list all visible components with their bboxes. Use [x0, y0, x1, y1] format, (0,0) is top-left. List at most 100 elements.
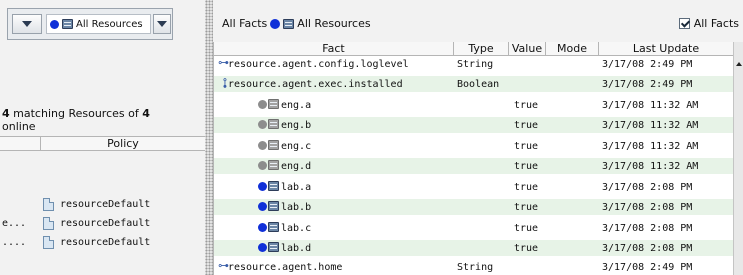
offline-server-icon	[258, 119, 279, 129]
fact-last-update: 3/17/08 2:49 PM	[602, 79, 693, 90]
offline-server-icon	[258, 99, 279, 109]
fact-name: resource.agent.config.loglevel	[228, 59, 409, 70]
column-header-mode[interactable]: Mode	[546, 42, 599, 55]
fact-value: true	[514, 243, 539, 254]
match-text: matching Resources of	[9, 107, 143, 120]
all-facts-toggle[interactable]: All Facts	[678, 17, 739, 30]
facts-title-resource: All Resources	[297, 17, 371, 30]
online-server-icon	[258, 201, 279, 211]
fact-name: eng.d	[281, 161, 312, 172]
online-status-icon	[270, 18, 281, 29]
match-total: 4	[142, 107, 150, 120]
all-facts-checkbox[interactable]	[678, 18, 690, 29]
pane-splitter[interactable]	[205, 0, 213, 275]
server-icon	[283, 18, 295, 29]
column-header-type[interactable]: Type	[454, 42, 509, 55]
online-server-icon	[258, 222, 279, 232]
policy-row[interactable]: e... resourceDefault	[0, 216, 205, 232]
vertical-scrollbar[interactable]	[733, 42, 743, 275]
fact-row[interactable]: ⊶ resource.agent.exec.installed Boolean …	[214, 76, 734, 92]
match-count: 4	[2, 107, 10, 120]
fact-row[interactable]: eng.a true 3/17/08 11:32 AM	[214, 97, 734, 113]
fact-last-update: 3/17/08 11:32 AM	[602, 141, 699, 152]
policy-name: resourceDefault	[60, 199, 151, 210]
fact-last-update: 3/17/08 2:08 PM	[602, 223, 693, 234]
fact-row[interactable]: eng.d true 3/17/08 11:32 AM	[214, 158, 734, 174]
policy-row-prefix: ....	[2, 237, 27, 248]
fact-name: lab.d	[281, 243, 312, 254]
fact-value: true	[514, 223, 539, 234]
fact-last-update: 3/17/08 2:08 PM	[602, 243, 693, 254]
offline-server-icon	[258, 140, 279, 150]
policy-row[interactable]: resourceDefault	[0, 197, 205, 213]
fact-name: lab.c	[281, 223, 312, 234]
fact-row[interactable]: lab.a true 3/17/08 2:08 PM	[214, 179, 734, 195]
scroll-up-arrow-icon[interactable]	[736, 62, 742, 66]
facts-table: Fact Type Value Mode Last Update ⊶ resou…	[213, 42, 734, 275]
offline-server-icon	[258, 160, 279, 170]
fact-name: eng.a	[281, 100, 312, 111]
policy-document-icon	[43, 236, 54, 249]
fact-last-update: 3/17/08 2:49 PM	[602, 59, 693, 70]
filter-menu-button[interactable]	[12, 14, 42, 34]
fact-type: Boolean	[457, 79, 500, 90]
fact-value: true	[514, 182, 539, 193]
fact-last-update: 3/17/08 2:08 PM	[602, 182, 693, 193]
column-header-fact[interactable]: Fact	[214, 42, 454, 55]
fact-last-update: 3/17/08 11:32 AM	[602, 100, 699, 111]
policy-row[interactable]: .... resourceDefault	[0, 235, 205, 251]
fact-row[interactable]: lab.b true 3/17/08 2:08 PM	[214, 199, 734, 215]
online-server-icon	[258, 242, 279, 252]
fact-value: true	[514, 161, 539, 172]
policy-document-icon	[43, 198, 54, 211]
resource-filter-bar: All Resources	[7, 8, 173, 40]
policy-document-icon	[43, 217, 54, 230]
fact-value: true	[514, 120, 539, 131]
policy-row-prefix: e...	[2, 218, 27, 229]
fact-name: eng.b	[281, 120, 312, 131]
fact-row[interactable]: ⊶ resource.agent.home String 3/17/08 2:4…	[214, 259, 734, 275]
fact-value: true	[514, 100, 539, 111]
fact-row[interactable]: ⊶ resource.agent.config.loglevel String …	[214, 56, 734, 72]
fact-last-update: 3/17/08 11:32 AM	[602, 120, 699, 131]
server-icon	[62, 19, 73, 29]
facts-header: All Facts All Resources All Facts	[213, 0, 743, 42]
fact-row[interactable]: eng.c true 3/17/08 11:32 AM	[214, 138, 734, 154]
fact-row[interactable]: lab.c true 3/17/08 2:08 PM	[214, 220, 734, 236]
fact-type: String	[457, 262, 494, 273]
resources-pane: All Resources 4 matching Resources of 4o…	[0, 0, 205, 275]
column-header-last-update[interactable]: Last Update	[599, 42, 733, 55]
facts-title: All Facts All Resources	[222, 17, 371, 30]
policy-table-header: Policy	[0, 136, 205, 151]
fact-last-update: 3/17/08 2:08 PM	[602, 202, 693, 213]
matching-resources-status: 4 matching Resources of 4 online	[2, 107, 202, 133]
fact-name: eng.c	[281, 141, 312, 152]
online-server-icon	[258, 181, 279, 191]
chevron-down-icon	[157, 21, 167, 27]
fact-name: resource.agent.exec.installed	[228, 79, 403, 90]
facts-table-header: Fact Type Value Mode Last Update	[214, 42, 734, 56]
fact-type: String	[457, 59, 494, 70]
resource-group-dropdown-button[interactable]	[153, 14, 171, 34]
fact-row[interactable]: lab.d true 3/17/08 2:08 PM	[214, 240, 734, 256]
policy-name: resourceDefault	[60, 237, 151, 248]
fact-last-update: 3/17/08 11:32 AM	[602, 161, 699, 172]
fact-last-update: 3/17/08 2:49 PM	[602, 262, 693, 273]
fact-name: resource.agent.home	[228, 262, 343, 273]
fact-row[interactable]: eng.b true 3/17/08 11:32 AM	[214, 117, 734, 133]
policy-name: resourceDefault	[60, 218, 151, 229]
all-facts-label: All Facts	[693, 17, 739, 30]
resource-group-select[interactable]: All Resources	[46, 14, 151, 34]
facts-pane: All Facts All Resources All Facts Fact T…	[213, 0, 743, 275]
fact-value: true	[514, 141, 539, 152]
online-status-icon	[50, 19, 59, 29]
facts-title-prefix: All Facts	[222, 17, 268, 30]
resource-group-select-label: All Resources	[76, 18, 143, 30]
policy-column-header[interactable]: Policy	[41, 137, 205, 150]
chevron-down-icon	[22, 21, 32, 27]
fact-name: lab.b	[281, 202, 312, 213]
fact-name: lab.a	[281, 182, 312, 193]
column-header-value[interactable]: Value	[509, 42, 546, 55]
fact-value: true	[514, 202, 539, 213]
match-suffix: online	[2, 120, 36, 133]
